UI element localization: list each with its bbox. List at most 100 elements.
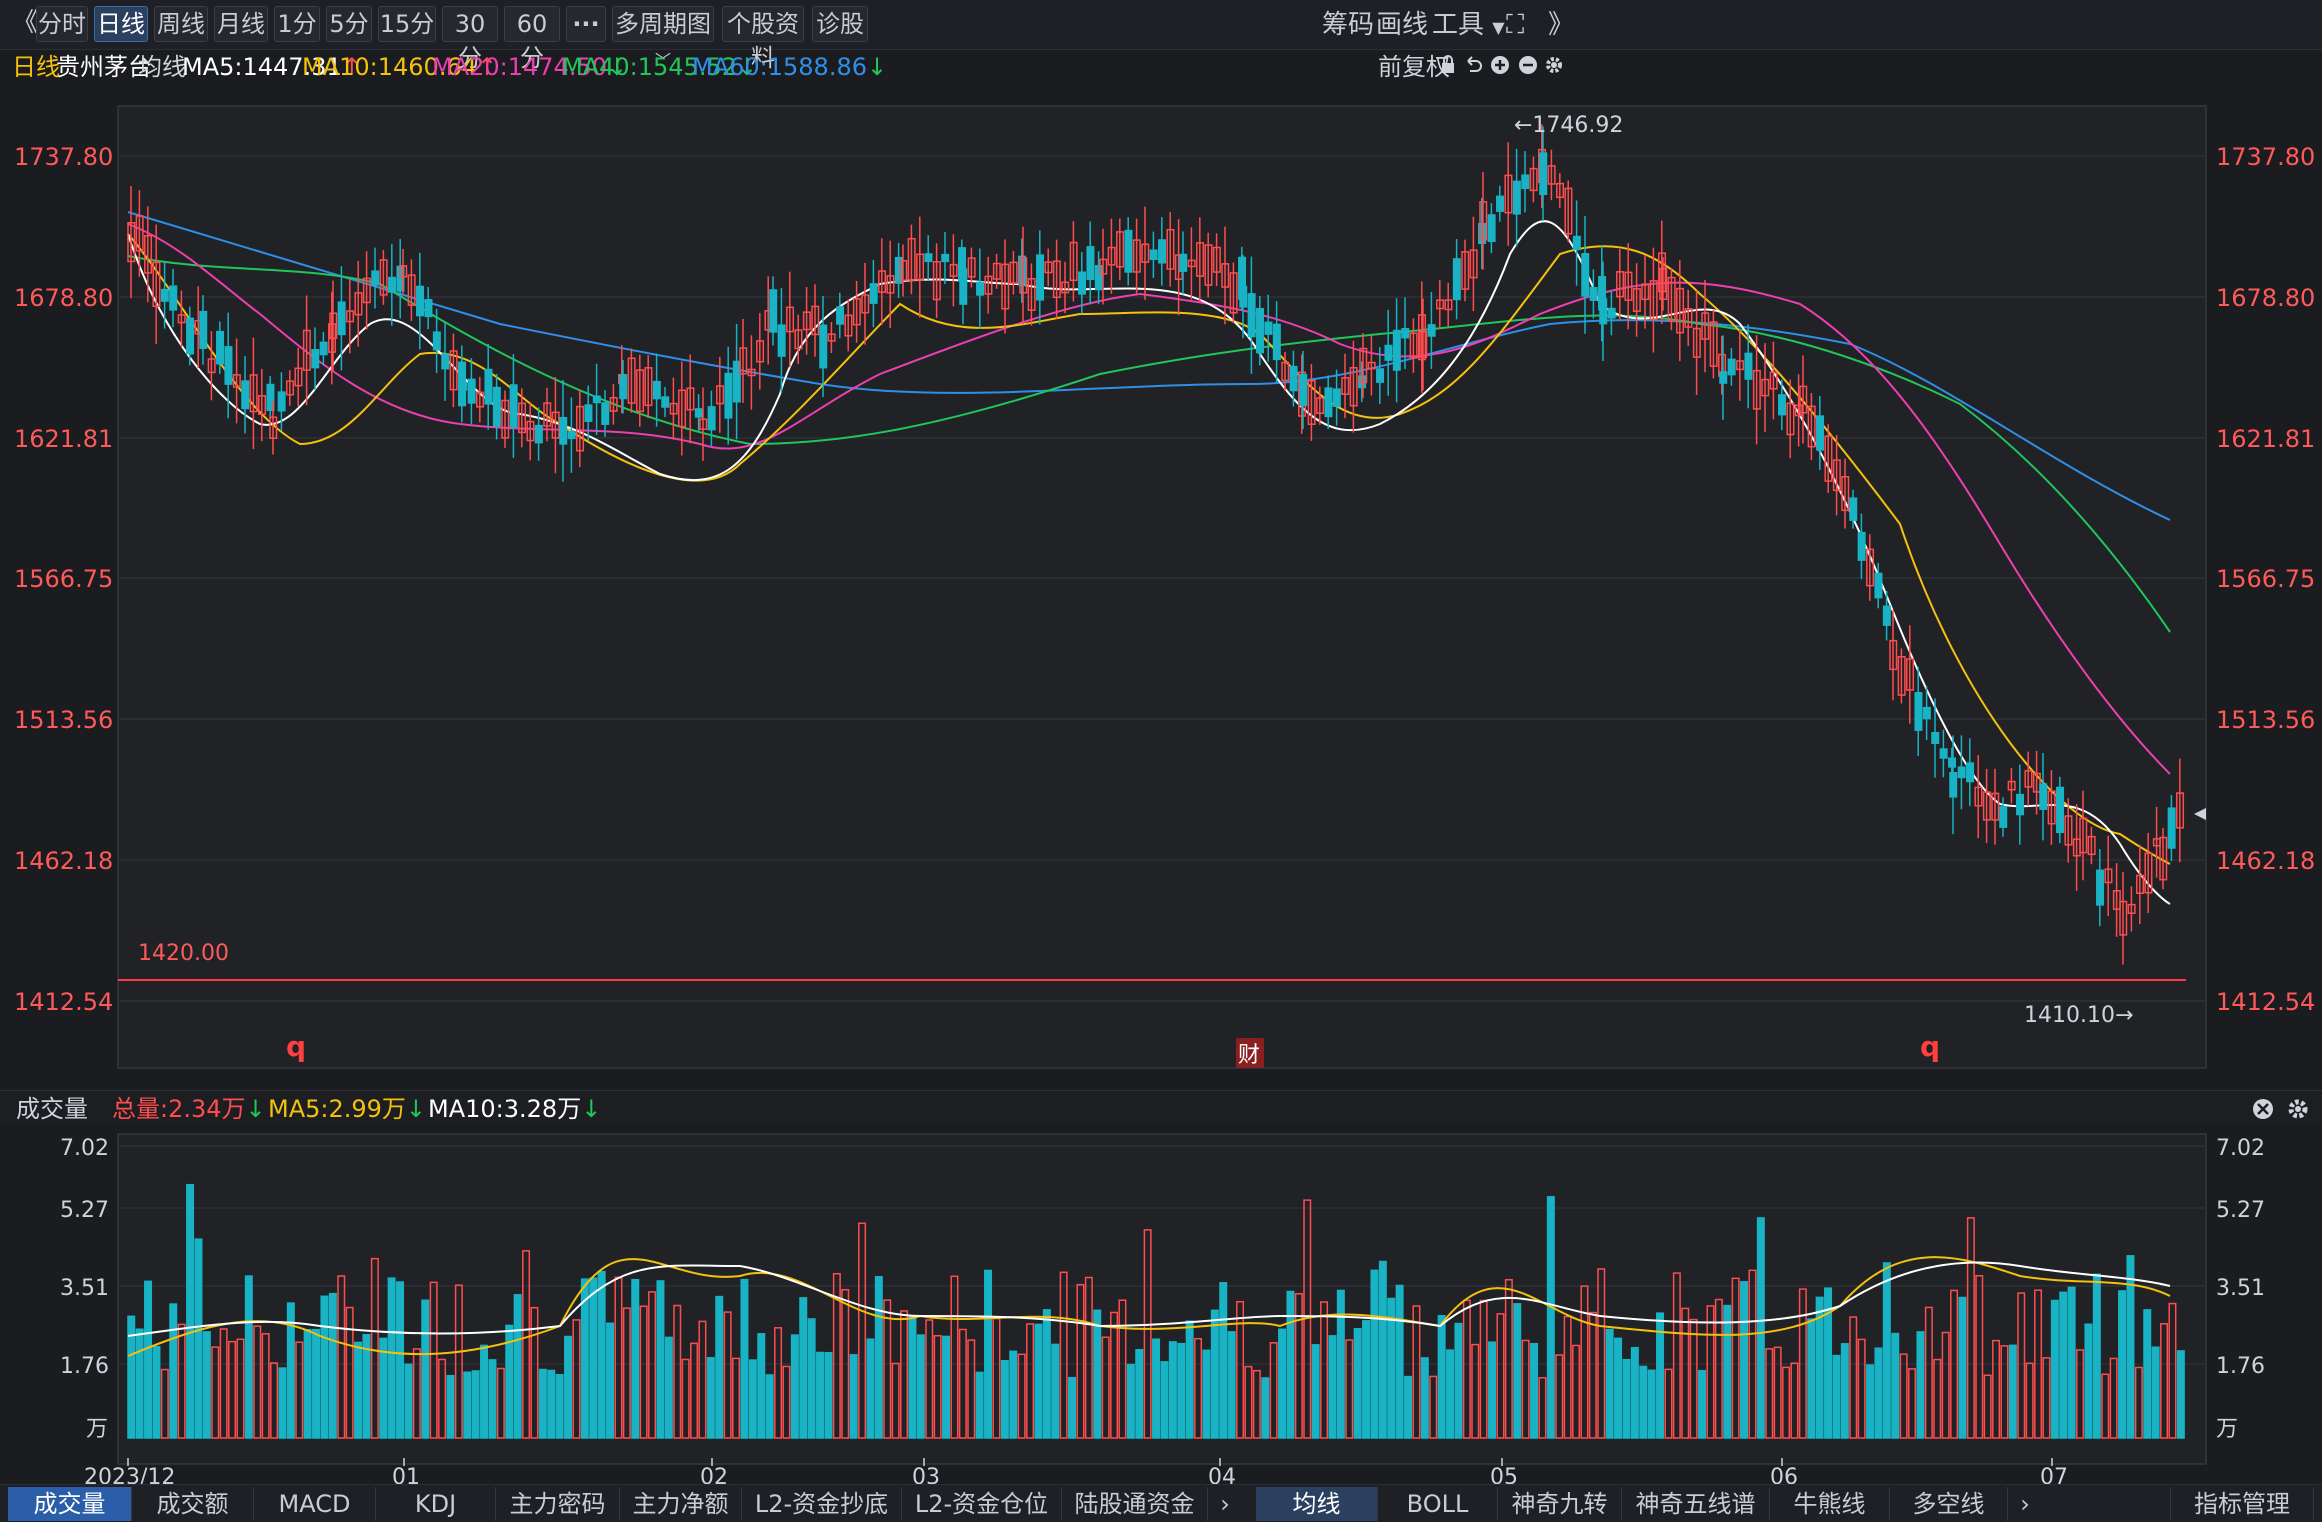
volume-bar	[656, 1280, 665, 1439]
forward-button[interactable]: 》	[1548, 8, 1574, 42]
multi-period-dropdown[interactable]: 多周期图 ﹀	[612, 6, 714, 70]
draw-line-button[interactable]: 画线	[1376, 8, 1428, 42]
date-label: 02	[700, 1465, 728, 1484]
gear-icon[interactable]	[1544, 50, 1564, 84]
tab-bull-bear[interactable]: 牛熊线	[1770, 1487, 1890, 1521]
candle	[732, 360, 741, 403]
period-5min[interactable]: 5分	[326, 6, 372, 42]
stock-info-button[interactable]: 个股资料	[722, 6, 804, 72]
tab-magic-nine[interactable]: 神奇九转	[1498, 1487, 1622, 1521]
indicator-manage-button[interactable]: 指标管理	[2170, 1487, 2314, 1521]
tab-main-force-net[interactable]: 主力净额	[620, 1487, 742, 1521]
volume-bar	[1093, 1309, 1102, 1439]
tab-volume[interactable]: 成交量	[8, 1487, 132, 1521]
volume-chart[interactable]: 7.02 7.02 5.27 5.27 3.51 3.51 1.76 1.76 万 万 2023/1…	[0, 1126, 2322, 1484]
tab-l2-position[interactable]: L2-资金仓位	[902, 1487, 1062, 1521]
candle	[416, 285, 425, 317]
candle	[1589, 286, 1598, 301]
period-daily[interactable]: 日线	[94, 6, 148, 42]
volume-bar	[1404, 1375, 1413, 1439]
close-circle-icon[interactable]	[2252, 1091, 2274, 1130]
period-monthly[interactable]: 月线	[214, 6, 268, 42]
candle	[769, 289, 778, 333]
tab-l2-bottom-fishing[interactable]: L2-资金抄底	[742, 1487, 902, 1521]
volume-bar	[1068, 1376, 1077, 1439]
tab-boll[interactable]: BOLL	[1378, 1487, 1498, 1521]
diagnose-button[interactable]: 诊股	[812, 6, 868, 42]
period-fenshi[interactable]: 分时	[36, 6, 88, 42]
tab-long-short[interactable]: 多空线	[1890, 1487, 2008, 1521]
volume-bar	[1513, 1303, 1522, 1439]
period-15min[interactable]: 15分	[378, 6, 436, 42]
back-button[interactable]: 《	[12, 6, 38, 40]
tab-northbound[interactable]: 陆股通资金	[1062, 1487, 1208, 1521]
lock-icon[interactable]	[1440, 50, 1456, 84]
plus-circle-icon[interactable]	[1490, 50, 1510, 84]
candle	[1727, 358, 1736, 376]
candle	[432, 331, 441, 351]
volume-bar	[488, 1359, 497, 1439]
ma-label[interactable]: 均线	[138, 50, 186, 84]
volume-bar	[1756, 1217, 1765, 1439]
event-marker-q: q	[286, 1030, 306, 1063]
tab-turnover[interactable]: 成交额	[132, 1487, 254, 1521]
price-axis-label-left: 1621.81	[14, 425, 113, 453]
volume-bar	[1051, 1343, 1060, 1439]
price-axis-label-right: 1621.81	[2216, 425, 2315, 453]
price-chart[interactable]: 1737.80 1737.80 1678.80 1678.80 1621.81 1621.…	[0, 84, 2322, 1090]
volume-bar	[1152, 1338, 1161, 1439]
more-periods-button[interactable]: ···	[566, 6, 606, 42]
tab-magic-staff[interactable]: 神奇五线谱	[1622, 1487, 1770, 1521]
period-weekly[interactable]: 周线	[154, 6, 208, 42]
candle	[1948, 757, 1957, 768]
volume-bar	[2067, 1286, 2076, 1439]
volume-bar	[2092, 1273, 2101, 1439]
tab-kdj[interactable]: KDJ	[376, 1487, 496, 1521]
candle	[559, 416, 568, 445]
minus-circle-icon[interactable]	[1518, 50, 1538, 84]
tab-macd[interactable]: MACD	[254, 1487, 376, 1521]
volume-bar	[1630, 1346, 1639, 1439]
volume-axis-label-left: 1.76	[60, 1354, 109, 1379]
volume-ma10: MA10:3.28万↓	[428, 1095, 602, 1123]
undo-icon[interactable]	[1464, 50, 1484, 84]
volume-bar	[1261, 1377, 1270, 1439]
volume-bar	[1126, 1363, 1135, 1439]
volume-bar	[1311, 1344, 1320, 1439]
volume-bar	[1866, 1364, 1875, 1439]
candle	[1539, 152, 1548, 196]
volume-bar	[1362, 1320, 1371, 1439]
volume-bar	[866, 1338, 875, 1439]
candle	[311, 349, 320, 369]
gear-icon[interactable]	[2286, 1091, 2310, 1131]
candle	[241, 380, 250, 410]
candle	[1521, 174, 1530, 190]
volume-title[interactable]: 成交量	[16, 1091, 88, 1127]
volume-bar	[908, 1316, 917, 1439]
period-60min[interactable]: 60分	[504, 6, 560, 72]
volume-bar	[404, 1363, 413, 1439]
candle	[1581, 253, 1590, 297]
volume-bar	[916, 1334, 925, 1439]
volume-bar	[1807, 1318, 1816, 1439]
volume-bar	[312, 1328, 321, 1439]
fullscreen-icon[interactable]: ⛶	[1506, 8, 1524, 42]
tools-dropdown[interactable]: 工具 ▼	[1432, 8, 1505, 45]
arrow-down-icon: ↓	[405, 1095, 427, 1123]
volume-bar	[715, 1295, 724, 1439]
volume-bar	[975, 1371, 984, 1439]
chevron-right-icon[interactable]: ›	[1208, 1487, 1242, 1521]
volume-bar	[194, 1238, 203, 1439]
tab-ma[interactable]: 均线	[1256, 1487, 1378, 1521]
volume-bar	[2118, 1290, 2127, 1439]
tab-main-force-code[interactable]: 主力密码	[496, 1487, 620, 1521]
volume-bar	[446, 1374, 455, 1439]
period-30min[interactable]: 30分	[442, 6, 498, 72]
chips-button[interactable]: 筹码	[1322, 8, 1374, 42]
period-1min[interactable]: 1分	[274, 6, 320, 42]
volume-bar	[757, 1333, 766, 1439]
ma-info-bar: 日线 贵州茅台 均线 MA5:1447.31↑ MA10:1460.64↑ MA…	[0, 50, 2322, 84]
volume-bar	[2143, 1309, 2152, 1439]
chevron-right-icon[interactable]: ›	[2008, 1487, 2042, 1521]
volume-axis-label-left: 3.51	[60, 1276, 109, 1301]
